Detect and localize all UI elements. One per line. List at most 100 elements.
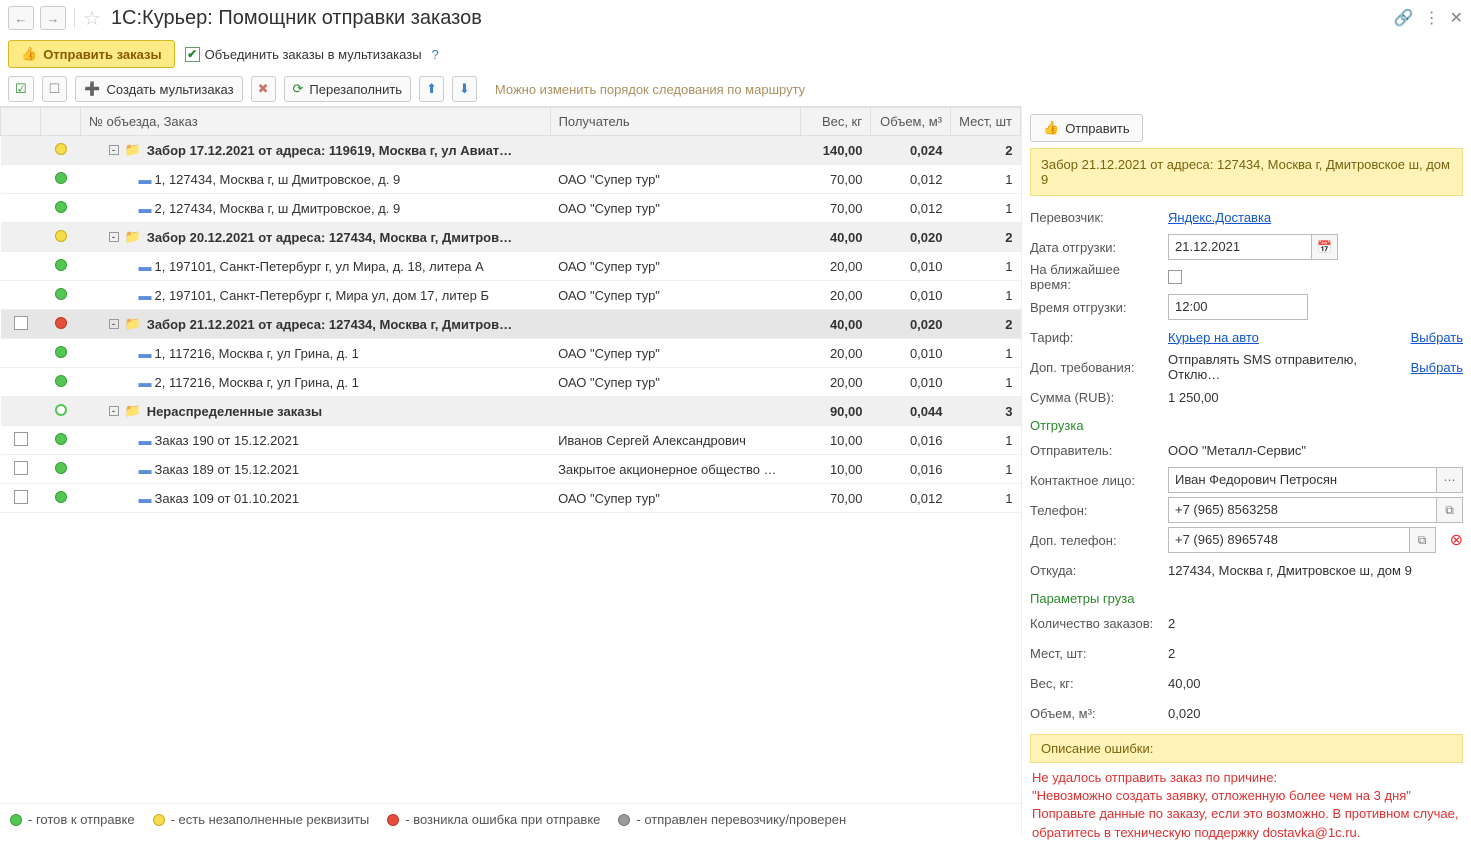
row-places: 2 <box>951 136 1021 165</box>
sum-value: 1 250,00 <box>1168 390 1219 405</box>
table-row[interactable]: -📁Забор 17.12.2021 от адреса: 119619, Мо… <box>1 136 1021 165</box>
send-button[interactable]: 👍 Отправить <box>1030 114 1143 142</box>
delete-button[interactable]: ✖ <box>251 76 276 102</box>
table-row[interactable]: -📁Нераспределенные заказы90,000,0443 <box>1 397 1021 426</box>
row-name: Заказ 190 от 15.12.2021 <box>155 433 300 448</box>
table-row[interactable]: -📁Забор 20.12.2021 от адреса: 127434, Мо… <box>1 223 1021 252</box>
status-dot-icon <box>55 433 67 445</box>
row-name: Забор 21.12.2021 от адреса: 127434, Моск… <box>147 317 512 332</box>
status-dot-icon <box>55 288 67 300</box>
table-row[interactable]: ▬2, 117216, Москва г, ул Грина, д. 1ОАО … <box>1 368 1021 397</box>
row-checkbox[interactable] <box>14 316 28 330</box>
error-icon[interactable]: ⊗ <box>1450 530 1463 550</box>
row-checkbox[interactable] <box>14 461 28 475</box>
row-name: Заказ 109 от 01.10.2021 <box>155 491 300 506</box>
help-icon[interactable]: ? <box>432 47 439 62</box>
row-volume: 0,016 <box>871 426 951 455</box>
row-places: 2 <box>951 310 1021 339</box>
row-checkbox[interactable] <box>14 432 28 446</box>
table-row[interactable]: ▬1, 197101, Санкт-Петербург г, ул Мира, … <box>1 252 1021 281</box>
lbl-from: Откуда: <box>1030 563 1160 578</box>
tree-toggle-icon[interactable]: - <box>109 232 119 242</box>
carrier-link[interactable]: Яндекс.Доставка <box>1168 210 1271 225</box>
link-icon[interactable]: 🔗 <box>1394 8 1414 28</box>
col-weight[interactable]: Вес, кг <box>801 108 871 136</box>
ship-time-input[interactable]: 12:00 <box>1168 294 1308 320</box>
sender-value: ООО "Металл-Сервис" <box>1168 443 1306 458</box>
col-recipient[interactable]: Получатель <box>550 108 800 136</box>
lbl-extra-req: Доп. требования: <box>1030 360 1160 375</box>
tree-toggle-icon[interactable]: - <box>109 406 119 416</box>
route-hint: Можно изменить порядок следования по мар… <box>495 82 805 97</box>
extra-phone-action-icon[interactable]: ⧉ <box>1410 527 1436 553</box>
col-places[interactable]: Мест, шт <box>951 108 1021 136</box>
back-button[interactable]: ← <box>8 6 34 30</box>
favorite-star-icon[interactable]: ☆ <box>83 6 101 31</box>
row-name: Нераспределенные заказы <box>147 404 322 419</box>
create-multi-order-button[interactable]: ➕ Создать мультизаказ <box>75 76 242 102</box>
contact-input[interactable]: Иван Федорович Петросян <box>1168 467 1437 493</box>
extra-phone-input[interactable]: +7 (965) 8965748 <box>1168 527 1410 553</box>
send-orders-button[interactable]: 👍 Отправить заказы <box>8 40 175 68</box>
col-volume[interactable]: Объем, м³ <box>871 108 951 136</box>
table-row[interactable]: ▬Заказ 190 от 15.12.2021Иванов Сергей Ал… <box>1 426 1021 455</box>
uncheck-all-button[interactable]: ☐ <box>42 76 68 102</box>
row-recipient: Иванов Сергей Александрович <box>550 426 800 455</box>
window-title: 1С:Курьер: Помощник отправки заказов <box>111 7 482 30</box>
ship-date-input[interactable]: 21.12.2021 <box>1168 234 1312 260</box>
lbl-weight: Вес, кг: <box>1030 676 1160 691</box>
move-up-button[interactable]: ⬆ <box>419 76 444 102</box>
calendar-icon[interactable]: 📅 <box>1312 234 1338 260</box>
row-recipient: ОАО "Супер тур" <box>550 252 800 281</box>
row-weight: 40,00 <box>801 310 871 339</box>
details-panel: 👍 Отправить Забор 21.12.2021 от адреса: … <box>1021 106 1471 835</box>
tariff-link[interactable]: Курьер на авто <box>1168 330 1259 345</box>
tree-toggle-icon[interactable]: - <box>109 319 119 329</box>
lbl-ship-time: Время отгрузки: <box>1030 300 1160 315</box>
weight-value: 40,00 <box>1168 676 1201 691</box>
table-row[interactable]: ▬2, 127434, Москва г, ш Дмитровское, д. … <box>1 194 1021 223</box>
tree-toggle-icon[interactable]: - <box>109 145 119 155</box>
lbl-order-count: Количество заказов: <box>1030 616 1160 631</box>
dot-yellow-icon <box>153 814 165 826</box>
combine-orders-checkbox[interactable]: ✔ Объединить заказы в мультизаказы <box>185 47 422 62</box>
table-row[interactable]: ▬2, 197101, Санкт-Петербург г, Мира ул, … <box>1 281 1021 310</box>
table-row[interactable]: ▬1, 117216, Москва г, ул Грина, д. 1ОАО … <box>1 339 1021 368</box>
move-down-button[interactable]: ⬇ <box>452 76 477 102</box>
nearest-checkbox[interactable] <box>1168 270 1182 284</box>
row-weight: 90,00 <box>801 397 871 426</box>
row-places: 1 <box>951 455 1021 484</box>
col-route[interactable]: № объезда, Заказ <box>81 108 551 136</box>
table-row[interactable]: -📁Забор 21.12.2021 от адреса: 127434, Мо… <box>1 310 1021 339</box>
row-recipient: ОАО "Супер тур" <box>550 281 800 310</box>
item-icon: ▬ <box>139 462 149 477</box>
phone-action-icon[interactable]: ⧉ <box>1437 497 1463 523</box>
table-row[interactable]: ▬1, 127434, Москва г, ш Дмитровское, д. … <box>1 165 1021 194</box>
lbl-tariff: Тариф: <box>1030 330 1160 345</box>
tariff-choose-link[interactable]: Выбрать <box>1411 330 1463 345</box>
status-dot-icon <box>55 230 67 242</box>
error-banner: Описание ошибки: <box>1030 734 1463 763</box>
dot-grey-icon <box>618 814 630 826</box>
dot-green-icon <box>10 814 22 826</box>
section-cargo: Параметры груза <box>1030 591 1463 606</box>
table-row[interactable]: ▬Заказ 189 от 15.12.2021Закрытое акционе… <box>1 455 1021 484</box>
forward-button[interactable]: → <box>40 6 66 30</box>
table-row[interactable]: ▬Заказ 109 от 01.10.2021ОАО "Супер тур"7… <box>1 484 1021 513</box>
more-menu-icon[interactable]: ⋮ <box>1424 8 1440 28</box>
row-checkbox[interactable] <box>14 490 28 504</box>
row-name: 1, 127434, Москва г, ш Дмитровское, д. 9 <box>155 172 401 187</box>
row-weight: 140,00 <box>801 136 871 165</box>
orders-table: № объезда, Заказ Получатель Вес, кг Объе… <box>0 107 1021 513</box>
check-all-button[interactable]: ☑ <box>8 76 34 102</box>
close-icon[interactable]: ✕ <box>1450 8 1463 28</box>
lbl-ship-date: Дата отгрузки: <box>1030 240 1160 255</box>
refill-button[interactable]: ⟳ Перезаполнить <box>284 76 412 102</box>
item-icon: ▬ <box>139 346 149 361</box>
contact-more-icon[interactable]: ⋯ <box>1437 467 1463 493</box>
row-volume: 0,010 <box>871 252 951 281</box>
row-weight: 70,00 <box>801 194 871 223</box>
extra-req-choose-link[interactable]: Выбрать <box>1411 360 1463 375</box>
from-value: 127434, Москва г, Дмитровское ш, дом 9 <box>1168 563 1412 578</box>
phone-input[interactable]: +7 (965) 8563258 <box>1168 497 1437 523</box>
